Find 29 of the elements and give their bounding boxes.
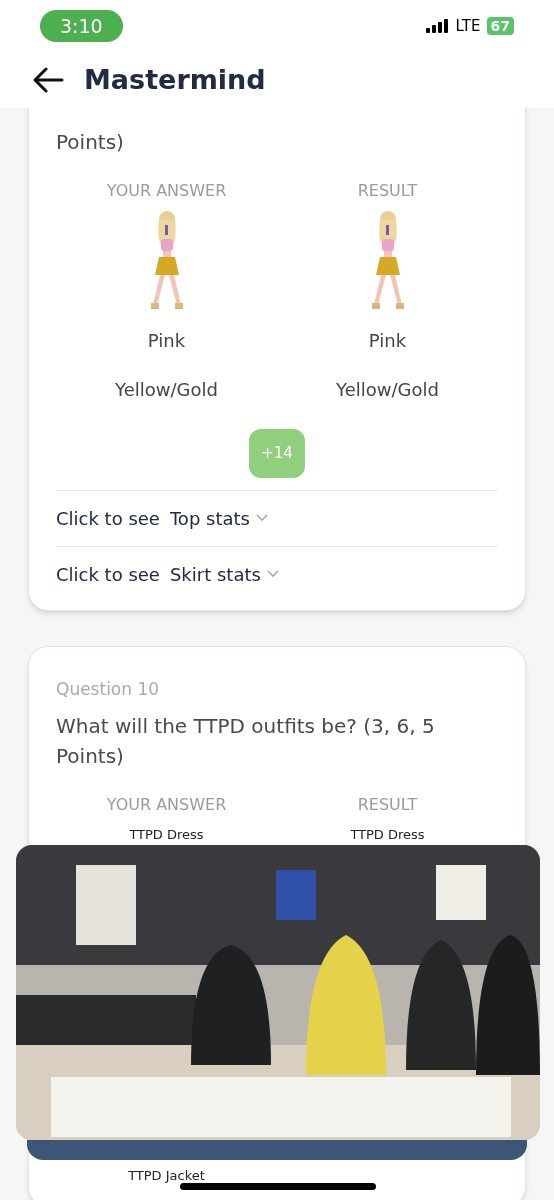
signal-icon [425, 19, 450, 33]
back-arrow-icon[interactable] [32, 67, 64, 93]
toggle-label: Click to see [56, 562, 160, 587]
answer-text: Yellow/Gold [336, 378, 439, 402]
page-title: Mastermind [84, 62, 266, 97]
outfit-name: TTPD Dress [350, 825, 425, 844]
answer-text: Pink [147, 329, 186, 353]
question-text: Points) [56, 129, 125, 156]
column-heading: YOUR ANSWER [106, 180, 227, 202]
column-heading: RESULT [357, 793, 418, 816]
stats-toggle[interactable]: Click to see Skirt stats [56, 545, 498, 590]
answer-text: Yellow/Gold [115, 378, 218, 402]
answer-text: Pink [368, 329, 407, 353]
toggle-label: Click to see [56, 506, 160, 531]
column-heading: YOUR ANSWER [106, 793, 227, 816]
score-badge: +14 [249, 429, 305, 478]
toggle-label: Top stats [169, 506, 250, 531]
time-badge: 3:10 [40, 9, 123, 43]
outfit-name: TTPD Jacket [128, 1167, 205, 1185]
question-number: Question 10 [56, 678, 161, 701]
outfit-name: TTPD Dress [129, 825, 204, 844]
network-label: LTE [455, 15, 481, 37]
column-heading: RESULT [357, 180, 418, 202]
stats-toggle[interactable]: Click to see Top stats [56, 489, 498, 534]
question-text: What will the TTPD outfits be? (3, 6, 5 Points) [56, 712, 436, 770]
results-bar[interactable] [27, 1140, 527, 1160]
battery-icon: 67 [486, 17, 514, 35]
home-indicator[interactable] [180, 1183, 376, 1190]
toggle-label: Skirt stats [169, 562, 261, 587]
